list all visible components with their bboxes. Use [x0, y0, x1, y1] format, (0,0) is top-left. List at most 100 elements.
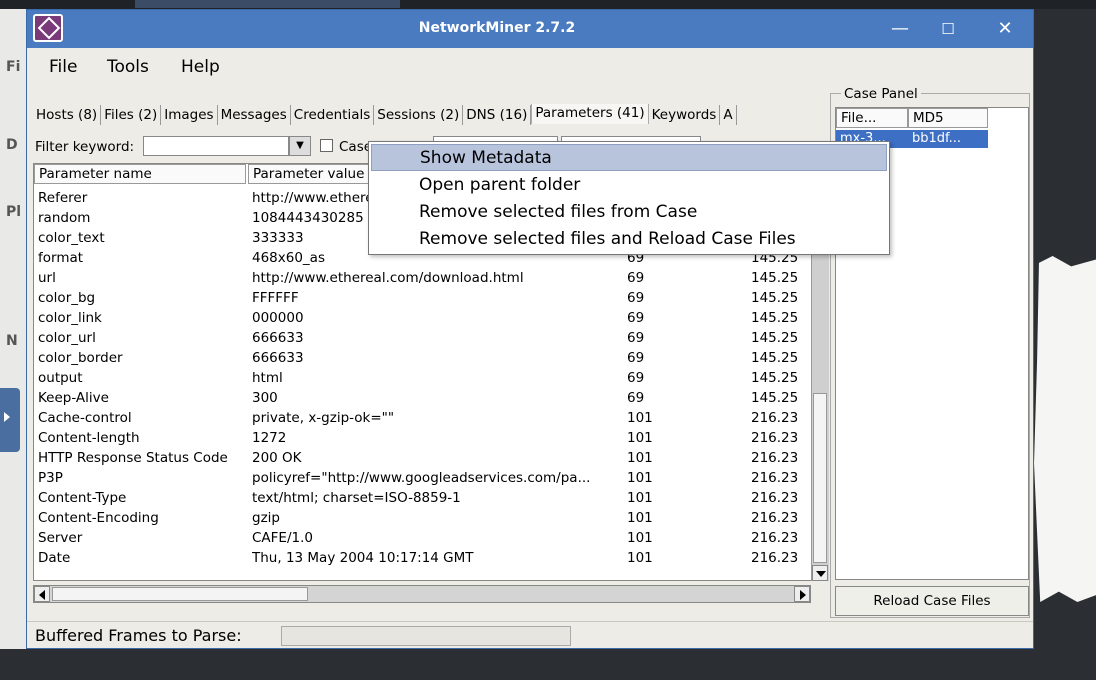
scrollbar-thumb[interactable] [52, 587, 308, 601]
cell-parameter-name: color_url [38, 330, 96, 346]
cell-parameter-value: policyref="http://www.googleadservices.c… [252, 470, 591, 486]
cell-parameter-value: private, x-gzip-ok="" [252, 410, 395, 426]
table-row[interactable]: color_bg FFFFFF 69 145.25 [34, 288, 820, 308]
cell-parameter-name: Cache-control [38, 410, 132, 426]
tab-anomalies[interactable]: A [720, 105, 737, 125]
desktop-paper-decoration [1034, 256, 1096, 602]
column-header-file[interactable]: File... [836, 108, 908, 128]
table-row[interactable]: output html 69 145.25 [34, 368, 820, 388]
menu-item-remove-files[interactable]: Remove selected files from Case [371, 199, 887, 226]
cell-frame: 69 [627, 270, 645, 286]
context-menu: Show Metadata Open parent folder Remove … [368, 141, 890, 255]
table-row[interactable]: color_link 000000 69 145.25 [34, 308, 820, 328]
desktop-sidebar-letter: Pl [6, 204, 22, 220]
minimize-button[interactable]: — [885, 16, 915, 42]
cell-parameter-name: P3P [38, 470, 63, 486]
table-row[interactable]: Date Thu, 13 May 2004 10:17:14 GMT 101 216.… [34, 548, 820, 568]
tab-messages[interactable]: Messages [218, 105, 291, 125]
title-bar[interactable]: NetworkMiner 2.7.2 — ☐ ✕ [27, 10, 1033, 48]
case-file-md5: bb1df... [912, 131, 962, 146]
cell-parameter-name: Referer [38, 190, 88, 206]
cell-parameter-value: http://www.ethereal.com/download.html [252, 270, 524, 286]
table-row[interactable]: P3P policyref="http://www.googleadservice… [34, 468, 820, 488]
table-row[interactable]: HTTP Response Status Code 200 OK 101 216.23 [34, 448, 820, 468]
cell-parameter-value: CAFE/1.0 [252, 530, 313, 546]
case-panel-title: Case Panel [841, 86, 921, 102]
menu-item-remove-and-reload[interactable]: Remove selected files and Reload Case Fi… [371, 226, 887, 253]
cell-parameter-value: 200 OK [252, 450, 302, 466]
cell-parameter-name: HTTP Response Status Code [38, 450, 228, 466]
chevron-down-icon: ▼ [296, 140, 304, 151]
window-title: NetworkMiner 2.7.2 [418, 20, 576, 36]
table-row[interactable]: Cache-control private, x-gzip-ok="" 101 216… [34, 408, 820, 428]
scrollbar-thumb[interactable] [813, 393, 827, 563]
table-horizontal-scrollbar[interactable] [33, 585, 811, 603]
cell-parameter-name: color_bg [38, 290, 96, 306]
cell-parameter-name: random [38, 210, 91, 226]
table-row[interactable]: Content-Type text/html; charset=ISO-8859-… [34, 488, 820, 508]
cell-parameter-value: gzip [252, 510, 280, 526]
cell-frame: 101 [627, 530, 653, 546]
desktop-expand-handle[interactable] [0, 388, 20, 452]
cell-parameter-name: Content-length [38, 430, 140, 446]
menu-file[interactable]: File [49, 57, 77, 77]
table-row[interactable]: url http://www.ethereal.com/download.html… [34, 268, 820, 288]
filter-keyword-input[interactable] [143, 136, 289, 156]
table-row[interactable]: Keep-Alive 300 69 145.25 [34, 388, 820, 408]
scroll-right-arrow-icon[interactable] [794, 586, 810, 602]
cell-parameter-value: 000000 [252, 310, 304, 326]
table-row[interactable]: color_url 666633 69 145.25 [34, 328, 820, 348]
menu-help[interactable]: Help [181, 57, 220, 77]
scroll-down-arrow-icon[interactable] [812, 565, 828, 581]
table-row[interactable]: Server CAFE/1.0 101 216.23 [34, 528, 820, 548]
close-button[interactable]: ✕ [990, 16, 1020, 42]
cell-frame: 69 [627, 390, 645, 406]
cell-frame: 101 [627, 450, 653, 466]
tab-strip: Hosts (8) Files (2) Images Messages Credenti… [33, 104, 833, 126]
menu-item-show-metadata[interactable]: Show Metadata [371, 144, 887, 171]
tab-hosts[interactable]: Hosts (8) [33, 105, 102, 125]
table-row[interactable]: color_border 666633 69 145.25 [34, 348, 820, 368]
table-row[interactable]: Content-Encoding gzip 101 216.23 [34, 508, 820, 528]
cell-frame: 69 [627, 290, 645, 306]
desktop-sidebar-letter: D [6, 137, 18, 153]
cell-frame: 101 [627, 550, 653, 566]
networkminer-window: NetworkMiner 2.7.2 — ☐ ✕ File Tools Help… [26, 9, 1034, 649]
cell-frame: 101 [627, 510, 653, 526]
cell-frame: 101 [627, 490, 653, 506]
tab-parameters[interactable]: Parameters (41) [531, 104, 649, 124]
cell-frame: 101 [627, 410, 653, 426]
status-bar: Buffered Frames to Parse: [27, 621, 1033, 648]
cell-parameter-name: color_text [38, 230, 105, 246]
arrow-right-icon [4, 412, 10, 422]
cell-parameter-value: text/html; charset=ISO-8859-1 [252, 490, 461, 506]
menu-tools[interactable]: Tools [107, 57, 149, 77]
menu-item-open-parent-folder[interactable]: Open parent folder [371, 172, 887, 199]
cell-parameter-name: format [38, 250, 84, 266]
cell-parameter-value: 1272 [252, 430, 287, 446]
buffered-frames-progress [281, 626, 571, 646]
tab-images[interactable]: Images [161, 105, 218, 125]
cell-parameter-name: color_link [38, 310, 102, 326]
tab-sessions[interactable]: Sessions (2) [374, 105, 464, 125]
case-sensitive-checkbox[interactable] [320, 139, 333, 152]
maximize-button[interactable]: ☐ [933, 16, 963, 42]
tab-dns[interactable]: DNS (16) [463, 105, 532, 125]
desktop-active-tab [135, 0, 400, 8]
reload-case-files-button[interactable]: Reload Case Files [835, 586, 1029, 616]
cell-parameter-value: 666633 [252, 330, 304, 346]
column-header-parameter-name[interactable]: Parameter name [34, 164, 246, 184]
cell-parameter-name: output [38, 370, 83, 386]
column-header-md5[interactable]: MD5 [908, 108, 988, 128]
filter-dropdown-button[interactable]: ▼ [289, 136, 311, 156]
cell-frame: 69 [627, 310, 645, 326]
cell-parameter-value: 666633 [252, 350, 304, 366]
table-row[interactable]: Content-length 1272 101 216.23 [34, 428, 820, 448]
tab-files[interactable]: Files (2) [101, 105, 162, 125]
tab-credentials[interactable]: Credentials [291, 105, 375, 125]
menu-bar: File Tools Help [27, 48, 1033, 86]
cell-frame: 101 [627, 470, 653, 486]
tab-keywords[interactable]: Keywords [649, 105, 721, 125]
scroll-left-arrow-icon[interactable] [34, 586, 50, 602]
desktop-sidebar-letter: Fi [6, 59, 21, 75]
